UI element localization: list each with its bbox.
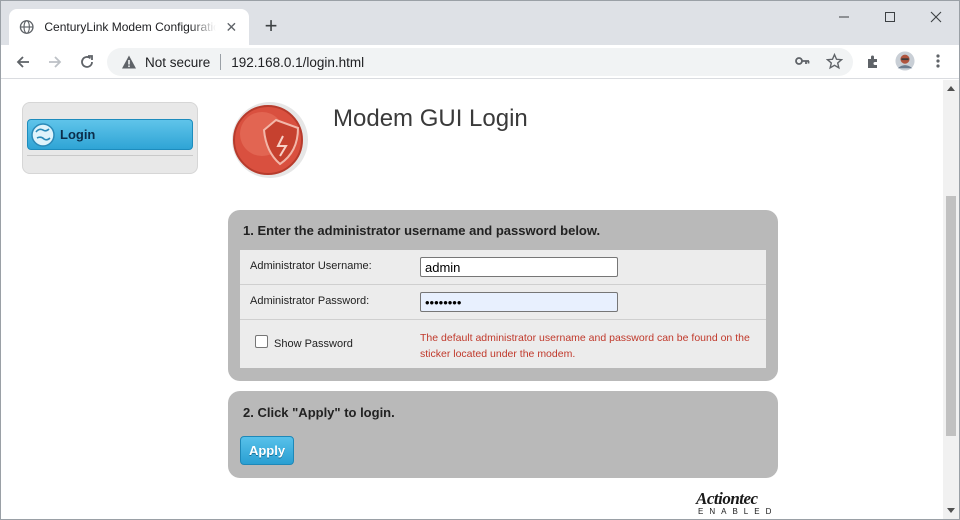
tab-strip: CenturyLink Modem Configuration ✕ +: [1, 1, 959, 45]
shield-logo: [232, 102, 308, 178]
username-label: Administrator Username:: [250, 260, 372, 272]
divider: [220, 54, 222, 70]
back-icon[interactable]: [11, 50, 35, 74]
credentials-panel: 1. Enter the administrator username and …: [228, 210, 778, 381]
url-text[interactable]: 192.168.0.1/login.html: [231, 55, 364, 70]
password-input[interactable]: [420, 292, 618, 312]
browser-window: CenturyLink Modem Configuration ✕ + Not …: [0, 0, 960, 520]
reload-icon[interactable]: [75, 50, 99, 74]
default-credentials-note: The default administrator username and p…: [420, 332, 750, 360]
vertical-scrollbar[interactable]: [943, 80, 959, 519]
brand-tagline: ENABLED: [698, 507, 778, 516]
actiontec-logo: Actiontec ENABLED: [696, 489, 780, 516]
sidebar-item-login[interactable]: Login: [27, 119, 193, 150]
page-content: Login Modem GUI Login 1. Enter the admin…: [1, 80, 943, 519]
kebab-menu-icon[interactable]: [928, 51, 948, 71]
sidebar: Login: [22, 102, 198, 174]
show-password-label[interactable]: Show Password: [274, 338, 353, 350]
step-1-heading: 1. Enter the administrator username and …: [243, 223, 601, 238]
show-password-checkbox[interactable]: [255, 335, 268, 348]
star-icon[interactable]: [824, 51, 844, 71]
sidebar-item-label: Login: [60, 127, 96, 142]
warning-icon[interactable]: [121, 54, 137, 70]
forward-icon[interactable]: [43, 50, 67, 74]
username-input[interactable]: [420, 257, 618, 277]
address-bar[interactable]: Not secure 192.168.0.1/login.html: [107, 48, 853, 76]
maximize-icon[interactable]: [867, 1, 913, 33]
extensions-icon[interactable]: [863, 51, 883, 71]
new-tab-button[interactable]: +: [259, 15, 283, 39]
browser-toolbar: Not secure 192.168.0.1/login.html: [1, 45, 959, 79]
credentials-form: Administrator Username: Administrator Pa…: [240, 250, 766, 368]
scrollbar-thumb[interactable]: [946, 196, 956, 436]
not-secure-label[interactable]: Not secure: [145, 55, 210, 70]
step-2-heading: 2. Click "Apply" to login.: [243, 405, 395, 420]
apply-panel: 2. Click "Apply" to login. Apply: [228, 391, 778, 478]
password-label: Administrator Password:: [250, 295, 370, 307]
avatar[interactable]: [895, 51, 915, 71]
close-window-icon[interactable]: [913, 1, 959, 33]
password-row: Administrator Password:: [240, 285, 766, 320]
brand-name: Actiontec: [696, 489, 758, 508]
show-password-row: Show Password The default administrator …: [240, 320, 766, 368]
key-icon[interactable]: [792, 51, 812, 71]
divider: [27, 155, 193, 156]
scroll-down-arrow[interactable]: [947, 508, 955, 513]
page-title: Modem GUI Login: [333, 105, 528, 132]
scroll-up-arrow[interactable]: [947, 86, 955, 91]
apply-button[interactable]: Apply: [240, 436, 294, 465]
globe-icon: [31, 122, 55, 147]
browser-tab[interactable]: CenturyLink Modem Configuration ✕: [9, 9, 249, 45]
username-row: Administrator Username:: [240, 250, 766, 285]
close-icon[interactable]: ✕: [224, 19, 239, 35]
minimize-icon[interactable]: [821, 1, 867, 33]
globe-icon: [19, 20, 34, 34]
tab-title: CenturyLink Modem Configuration: [44, 20, 216, 34]
